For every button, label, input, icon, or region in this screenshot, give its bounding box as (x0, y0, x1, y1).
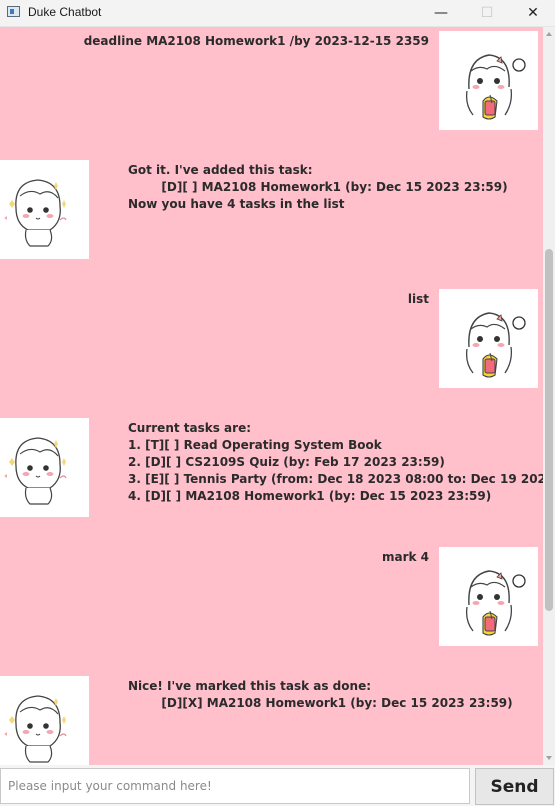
window-title: Duke Chatbot (28, 5, 102, 19)
bot-avatar-icon (0, 676, 89, 765)
user-message-text: list (407, 292, 429, 306)
bot-avatar-icon (0, 160, 89, 259)
user-message-text: mark 4 (381, 550, 429, 564)
bot-message-text: Current tasks are: 1. [T][ ] Read Operat… (128, 421, 543, 503)
scroll-up-arrow-icon[interactable] (546, 32, 552, 36)
maximize-button[interactable]: ☐ (464, 0, 510, 26)
minimize-button[interactable]: — (418, 0, 464, 26)
scroll-down-arrow-icon[interactable] (546, 756, 552, 760)
user-avatar-icon (439, 547, 538, 646)
close-button[interactable]: ✕ (510, 0, 555, 26)
user-message-text: deadline MA2108 Homework1 /by 2023-12-15… (83, 34, 429, 48)
input-bar: Send (0, 765, 555, 806)
app-icon (7, 6, 20, 17)
send-button[interactable]: Send (475, 768, 554, 805)
bot-avatar-icon (0, 418, 89, 517)
title-bar: Duke Chatbot — ☐ ✕ (0, 0, 555, 27)
scrollbar-thumb[interactable] (545, 249, 553, 611)
user-avatar-icon (439, 31, 538, 130)
user-avatar-icon (439, 289, 538, 388)
bot-message-text: Got it. I've added this task: [D][ ] MA2… (128, 163, 508, 211)
vertical-scrollbar[interactable] (543, 27, 555, 765)
command-input[interactable] (0, 768, 470, 804)
bot-message-text: Nice! I've marked this task as done: [D]… (128, 679, 513, 710)
chat-scroll-pane[interactable]: deadline MA2108 Homework1 /by 2023-12-15… (0, 27, 543, 765)
